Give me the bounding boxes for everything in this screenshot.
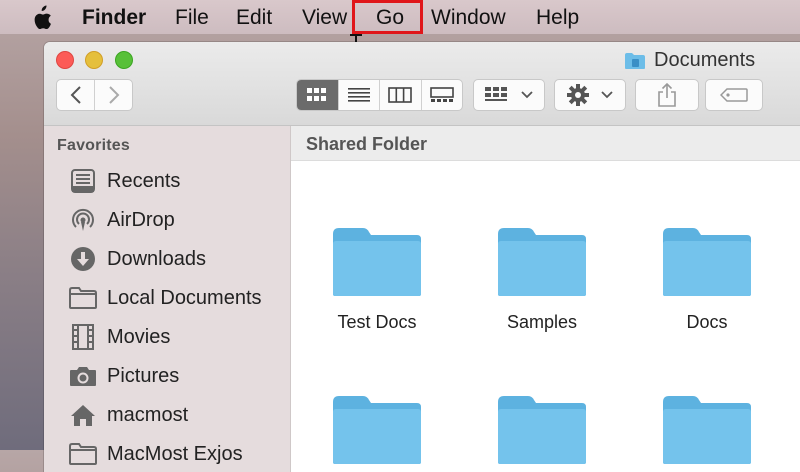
movies-icon (69, 323, 97, 351)
sidebar-section-favorites: Favorites (57, 137, 130, 154)
folder-icon (663, 396, 751, 464)
sidebar-item-airdrop[interactable]: AirDrop (44, 202, 290, 238)
recents-icon (69, 167, 97, 195)
share-icon (658, 83, 676, 107)
sidebar-item-label: Movies (107, 325, 171, 348)
view-mode-control (296, 79, 463, 111)
icon-view-button[interactable] (297, 80, 338, 110)
sidebar-item-local-documents[interactable]: Local Documents (44, 280, 290, 316)
list-view-button[interactable] (337, 80, 380, 110)
folder-item[interactable] (302, 394, 452, 472)
path-header: Shared Folder (291, 126, 800, 161)
downloads-icon (69, 245, 97, 273)
documents-folder-icon (625, 52, 645, 69)
menu-help[interactable]: Help (536, 6, 579, 30)
apple-menu-icon[interactable] (30, 5, 52, 29)
folder-icon (69, 284, 97, 312)
menu-file[interactable]: File (175, 6, 209, 30)
window-title: Documents (624, 49, 755, 72)
chevron-down-icon (521, 91, 533, 99)
go-menu-highlight-box (352, 0, 423, 34)
window-toolbar: Documents (44, 42, 800, 126)
gallery-view-icon (429, 87, 454, 102)
folder-name: Docs (686, 312, 728, 332)
group-icon (485, 87, 507, 101)
folder-name: Test Docs (337, 312, 417, 332)
navigation-buttons (56, 79, 133, 111)
sidebar-item-label: Local Documents (107, 286, 262, 309)
folder-name: Samples (506, 312, 578, 332)
folder-item[interactable] (467, 394, 617, 472)
sidebar-item-home[interactable]: macmost (44, 397, 290, 433)
sidebar: Favorites Recents AirDrop Downloads Loca… (44, 126, 291, 472)
menu-edit[interactable]: Edit (236, 6, 272, 30)
file-browser: Shared Folder Test Docs Samples Docs (291, 126, 800, 472)
menu-bar: Finder File Edit View Go Window Help (0, 0, 800, 34)
folder-item[interactable]: Test Docs (302, 226, 452, 333)
folder-item[interactable] (632, 394, 782, 472)
folder-icon (333, 228, 421, 296)
forward-button[interactable] (94, 80, 132, 110)
share-button[interactable] (635, 79, 699, 111)
folder-item[interactable]: Docs (632, 226, 782, 333)
tag-icon (720, 88, 748, 102)
menu-app-name[interactable]: Finder (82, 6, 146, 30)
sidebar-item-downloads[interactable]: Downloads (44, 241, 290, 277)
column-view-button[interactable] (379, 80, 421, 110)
sidebar-item-pictures[interactable]: Pictures (44, 358, 290, 394)
folder-icon (333, 396, 421, 464)
action-menu-button[interactable] (554, 79, 626, 111)
sidebar-item-movies[interactable]: Movies (44, 319, 290, 355)
tags-button[interactable] (705, 79, 763, 111)
folder-icon (498, 396, 586, 464)
window-title-label: Documents (654, 49, 756, 71)
sidebar-item-label: MacMost Exjos (107, 442, 243, 465)
list-view-icon (347, 88, 370, 102)
chevron-down-icon (601, 91, 613, 99)
gear-icon (567, 84, 589, 106)
chevron-right-icon (108, 86, 119, 104)
folder-icon (498, 228, 586, 296)
chevron-left-icon (70, 86, 81, 104)
column-view-icon (388, 87, 413, 103)
folder-icon (663, 228, 751, 296)
finder-window: Documents Favorites Recents AirDrop Down… (44, 42, 800, 472)
gallery-view-button[interactable] (420, 80, 463, 110)
current-folder-title: Shared Folder (306, 134, 428, 154)
group-by-button[interactable] (473, 79, 545, 111)
close-button[interactable] (56, 51, 74, 69)
airdrop-icon (69, 206, 97, 234)
home-icon (69, 401, 97, 429)
sidebar-item-label: Downloads (107, 247, 206, 270)
icon-view-icon (307, 88, 327, 101)
folder-icon (69, 440, 97, 468)
minimize-button[interactable] (85, 51, 103, 69)
zoom-button[interactable] (115, 51, 133, 69)
sidebar-item-label: Pictures (107, 364, 180, 387)
folder-item[interactable]: Samples (467, 226, 617, 333)
camera-icon (69, 362, 97, 390)
sidebar-item-label: AirDrop (107, 208, 175, 231)
sidebar-item-label: Recents (107, 169, 181, 192)
back-button[interactable] (57, 80, 94, 110)
sidebar-item-label: macmost (107, 403, 189, 426)
menu-window[interactable]: Window (431, 6, 506, 30)
sidebar-item-macmost-folder[interactable]: MacMost Exjos (44, 436, 290, 472)
menu-view[interactable]: View (302, 6, 347, 30)
sidebar-item-recents[interactable]: Recents (44, 163, 290, 199)
